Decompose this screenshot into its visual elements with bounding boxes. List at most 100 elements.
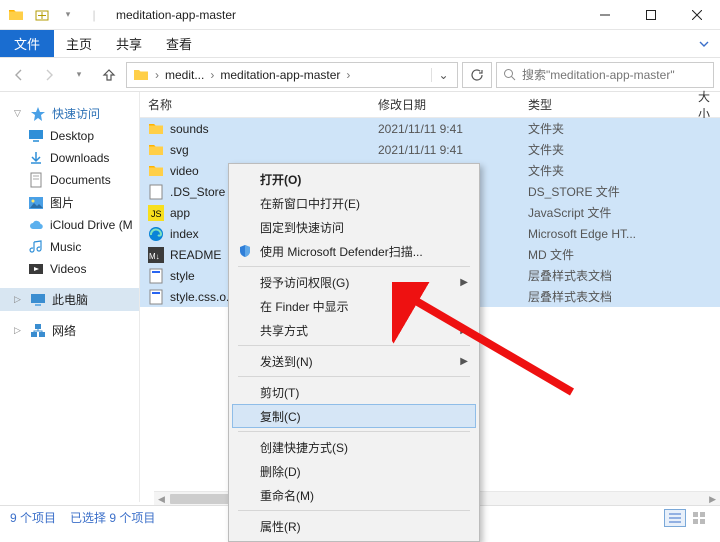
menu-separator [238, 510, 470, 511]
title-bar: ▾ | meditation-app-master [0, 0, 720, 30]
sidebar-item-downloads[interactable]: Downloads [0, 147, 139, 169]
up-button[interactable] [96, 62, 122, 88]
menu-grant-access[interactable]: 授予访问权限(G)▶ [232, 270, 476, 294]
file-name: index [170, 227, 199, 241]
recent-dropdown[interactable]: ▾ [66, 62, 92, 88]
file-icon [148, 184, 164, 200]
md-icon: M↓ [148, 247, 164, 263]
ribbon-expand-icon[interactable] [688, 30, 720, 57]
minimize-button[interactable] [582, 0, 628, 30]
file-date: 2021/11/11 9:41 [370, 143, 520, 157]
file-type: Microsoft Edge HT... [520, 227, 690, 241]
caret-icon: ▽ [14, 108, 24, 119]
ribbon-home-tab[interactable]: 主页 [54, 30, 104, 57]
breadcrumb[interactable]: › medit... › meditation-app-master › ⌄ [126, 62, 458, 88]
ribbon-file-tab[interactable]: 文件 [0, 30, 54, 57]
star-icon [30, 106, 46, 122]
file-name: sounds [170, 122, 209, 136]
file-type: JavaScript 文件 [520, 204, 690, 221]
qat-new-folder-icon[interactable] [32, 5, 52, 25]
sidebar-item-desktop[interactable]: Desktop [0, 125, 139, 147]
chevron-right-icon[interactable]: › [153, 68, 161, 82]
file-row[interactable]: svg2021/11/11 9:41文件夹 [140, 139, 720, 160]
breadcrumb-seg-2[interactable]: meditation-app-master [216, 63, 344, 87]
menu-cut[interactable]: 剪切(T) [232, 380, 476, 404]
search-input[interactable] [522, 68, 707, 82]
menu-send-to[interactable]: 发送到(N)▶ [232, 349, 476, 373]
maximize-button[interactable] [628, 0, 674, 30]
sidebar-item-documents[interactable]: Documents [0, 169, 139, 191]
menu-delete[interactable]: 删除(D) [232, 459, 476, 483]
cloud-icon [28, 217, 44, 233]
sidebar-item-music[interactable]: Music [0, 236, 139, 258]
file-type: 层叠样式表文档 [520, 267, 690, 284]
col-name[interactable]: 名称 [140, 96, 370, 113]
chevron-right-icon: ▶ [460, 356, 468, 367]
file-name: .DS_Store [170, 185, 225, 199]
network-icon [30, 323, 46, 339]
svg-text:JS: JS [151, 209, 162, 219]
navigation-pane: ▽ 快速访问 Desktop Downloads Documents 图片 [0, 92, 140, 502]
pc-icon [30, 292, 46, 308]
menu-separator [238, 376, 470, 377]
divider: | [84, 5, 104, 25]
file-name: video [170, 164, 199, 178]
sidebar-item-icloud[interactable]: iCloud Drive (M [0, 214, 139, 236]
col-type[interactable]: 类型 [520, 96, 690, 113]
menu-copy[interactable]: 复制(C) [232, 404, 476, 428]
file-row[interactable]: sounds2021/11/11 9:41文件夹 [140, 118, 720, 139]
sidebar-network[interactable]: ▷ 网络 [0, 319, 139, 342]
sidebar-item-pictures[interactable]: 图片 [0, 191, 139, 214]
pictures-icon [28, 195, 44, 211]
file-type: 文件夹 [520, 141, 690, 158]
breadcrumb-seg-1[interactable]: medit... [161, 63, 208, 87]
view-icons-button[interactable] [688, 509, 710, 527]
back-button[interactable] [6, 62, 32, 88]
file-type: MD 文件 [520, 246, 690, 263]
file-name: style [170, 269, 195, 283]
file-name: style.css.o... [170, 290, 236, 304]
edge-icon [148, 226, 164, 242]
close-button[interactable] [674, 0, 720, 30]
col-date[interactable]: 修改日期 [370, 96, 520, 113]
chevron-right-icon[interactable]: › [208, 68, 216, 82]
status-selected-count: 已选择 9 个项目 [70, 509, 155, 526]
search-box[interactable] [496, 62, 714, 88]
menu-pin-quick-access[interactable]: 固定到快速访问 [232, 215, 476, 239]
menu-defender-scan[interactable]: 使用 Microsoft Defender扫描... [232, 239, 476, 263]
column-headers: 名称 修改日期 类型 大小 [140, 92, 720, 118]
videos-icon [28, 261, 44, 277]
downloads-icon [28, 150, 44, 166]
menu-show-in-finder[interactable]: 在 Finder 中显示 [232, 294, 476, 318]
search-icon [503, 68, 516, 81]
sidebar-this-pc[interactable]: ▷ 此电脑 [0, 288, 139, 311]
caret-icon: ▷ [14, 294, 24, 305]
qat-dropdown-icon[interactable]: ▾ [58, 5, 78, 25]
menu-share-with[interactable]: 共享方式▶ [232, 318, 476, 342]
menu-separator [238, 431, 470, 432]
refresh-button[interactable] [462, 62, 492, 88]
view-details-button[interactable] [664, 509, 686, 527]
folder-icon [133, 67, 149, 83]
forward-button[interactable] [36, 62, 62, 88]
folder-icon [148, 121, 164, 137]
folder-icon [148, 163, 164, 179]
chevron-right-icon: ▶ [460, 325, 468, 336]
scroll-left-icon[interactable]: ◀ [158, 494, 165, 505]
menu-create-shortcut[interactable]: 创建快捷方式(S) [232, 435, 476, 459]
context-menu: 打开(O) 在新窗口中打开(E) 固定到快速访问 使用 Microsoft De… [228, 163, 480, 542]
css-icon [148, 268, 164, 284]
ribbon-view-tab[interactable]: 查看 [154, 30, 204, 57]
chevron-right-icon[interactable]: › [344, 68, 352, 82]
ribbon-share-tab[interactable]: 共享 [104, 30, 154, 57]
file-type: 文件夹 [520, 162, 690, 179]
sidebar-item-videos[interactable]: Videos [0, 258, 139, 280]
col-size[interactable]: 大小 [690, 88, 720, 122]
breadcrumb-dropdown-icon[interactable]: ⌄ [431, 68, 455, 82]
menu-properties[interactable]: 属性(R) [232, 514, 476, 538]
menu-open-new-window[interactable]: 在新窗口中打开(E) [232, 191, 476, 215]
menu-rename[interactable]: 重命名(M) [232, 483, 476, 507]
scroll-right-icon[interactable]: ▶ [709, 494, 716, 505]
sidebar-quick-access[interactable]: ▽ 快速访问 [0, 102, 139, 125]
menu-open[interactable]: 打开(O) [232, 167, 476, 191]
